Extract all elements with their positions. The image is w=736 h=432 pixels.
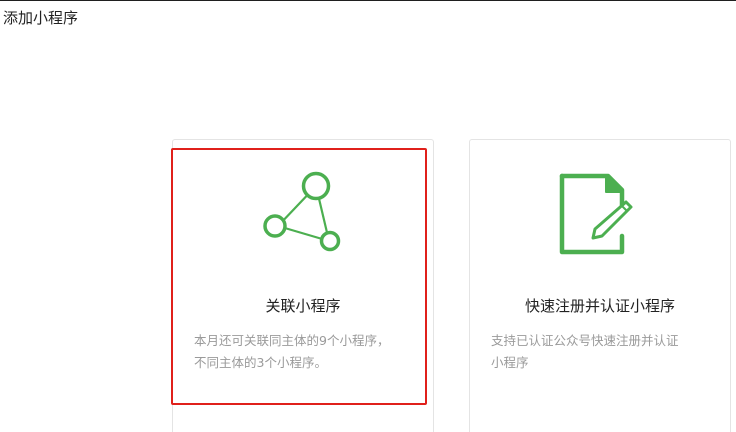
card-description-line: 小程序 [491, 355, 529, 370]
card-description: 本月还可关联同主体的9个小程序， 不同主体的3个小程序。 [194, 330, 415, 374]
card-title: 关联小程序 [265, 297, 341, 315]
card-description-line: 本月还可关联同主体的9个小程序， [194, 333, 390, 348]
card-title: 快速注册并认证小程序 [524, 297, 675, 315]
network-nodes-icon [263, 171, 341, 252]
associate-mini-program-card[interactable]: 关联小程序 本月还可关联同主体的9个小程序， 不同主体的3个小程序。 [172, 139, 434, 432]
card-description: 支持已认证公众号快速注册并认证 小程序 [491, 330, 712, 374]
page-title: 添加小程序 [3, 9, 79, 27]
card-description-line: 支持已认证公众号快速注册并认证 [491, 333, 679, 348]
quick-register-card[interactable]: 快速注册并认证小程序 支持已认证公众号快速注册并认证 小程序 [469, 139, 731, 432]
edit-document-icon [559, 173, 633, 255]
card-description-line: 不同主体的3个小程序。 [194, 355, 327, 370]
add-mini-program-page: 添加小程序 关联小程序 本月还可关联同主体的9个小程序， 不同主体的3个小程序。… [0, 0, 736, 432]
